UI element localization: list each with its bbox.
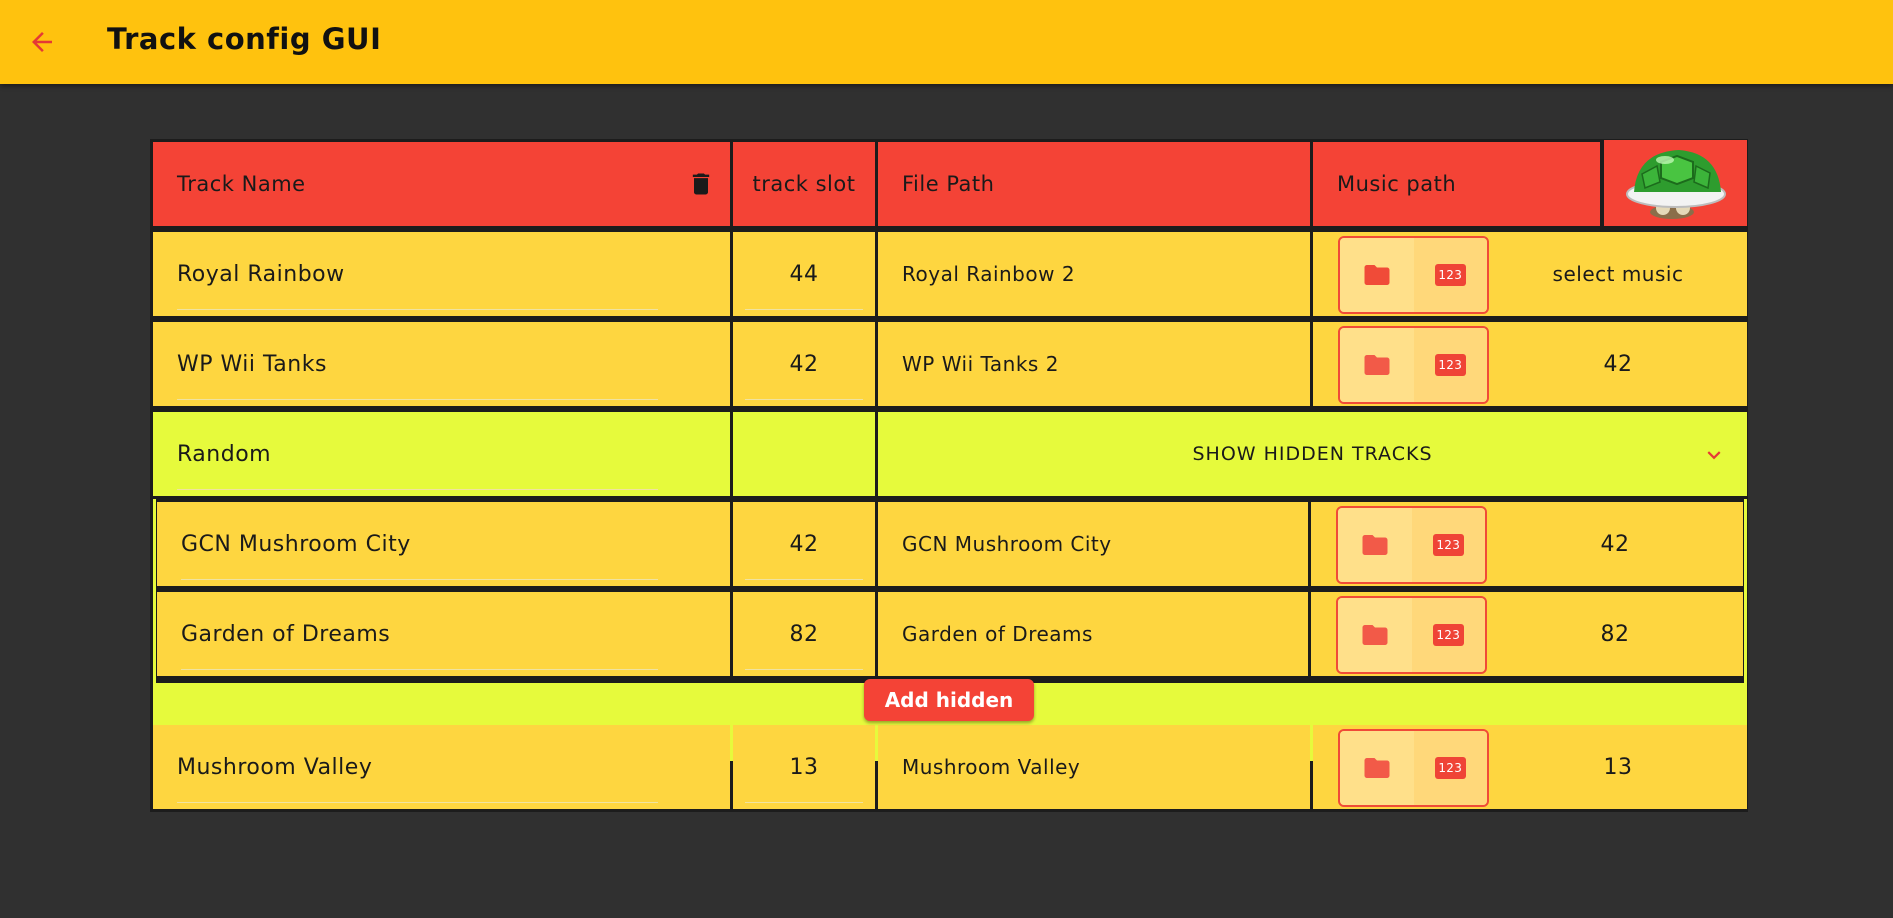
file-path-text: Garden of Dreams <box>902 622 1093 646</box>
number-icon: 123 <box>1434 264 1466 286</box>
chevron-down-icon <box>1707 451 1721 460</box>
track-name-text: WP Wii Tanks <box>177 351 327 377</box>
track-slot-text: 42 <box>789 531 819 557</box>
header-track-slot-label: track slot <box>752 172 856 196</box>
back-button[interactable] <box>26 26 58 58</box>
number-icon: 123 <box>1434 354 1466 376</box>
music-value: select music <box>1552 262 1684 286</box>
app-bar: Track config GUI <box>0 0 1893 84</box>
group-name-text: Random <box>177 441 272 467</box>
file-path-text: WP Wii Tanks 2 <box>902 352 1059 376</box>
header-shell-cell <box>1602 140 1747 226</box>
header-track-slot: track slot <box>733 142 875 226</box>
track-slot-text: 44 <box>789 261 819 287</box>
table-row-1-music: 123 select music <box>1313 232 1747 316</box>
music-button-group: 123 <box>1338 729 1489 807</box>
number-icon: 123 <box>1432 534 1464 556</box>
table-row-3-name[interactable]: Mushroom Valley <box>153 725 730 809</box>
music-button-group: 123 <box>1336 506 1487 584</box>
select-music-folder-button[interactable] <box>1338 598 1412 672</box>
music-number-button[interactable]: 123 <box>1413 731 1487 805</box>
track-slot-text: 13 <box>789 754 819 780</box>
select-music-folder-button[interactable] <box>1338 508 1412 582</box>
file-path-text: Mushroom Valley <box>902 755 1081 779</box>
hidden-row-2-name[interactable]: Garden of Dreams <box>157 592 730 676</box>
select-music-folder-button[interactable] <box>1340 328 1414 402</box>
music-number-button[interactable]: 123 <box>1411 508 1485 582</box>
random-group-slot <box>733 412 875 496</box>
table-row-1-file-path[interactable]: Royal Rainbow 2 <box>878 232 1310 316</box>
show-hidden-tracks-toggle[interactable]: SHOW HIDDEN TRACKS <box>878 412 1747 496</box>
select-music-folder-button[interactable] <box>1340 238 1414 312</box>
table-row-3-file-path[interactable]: Mushroom Valley <box>878 725 1310 809</box>
track-name-text: Royal Rainbow <box>177 261 345 287</box>
hidden-row-1-slot[interactable]: 42 <box>733 502 875 586</box>
arrow-back-icon <box>32 32 52 52</box>
add-hidden-button[interactable]: Add hidden <box>864 679 1034 721</box>
header-track-name-label: Track Name <box>177 172 306 196</box>
track-name-text: GCN Mushroom City <box>181 531 411 557</box>
track-slot-text: 82 <box>789 621 819 647</box>
select-music-folder-button[interactable] <box>1340 731 1414 805</box>
random-group-name[interactable]: Random <box>153 412 730 496</box>
trash-icon[interactable] <box>687 169 715 199</box>
table-row-1-slot[interactable]: 44 <box>733 232 875 316</box>
header-music-path-label: Music path <box>1337 172 1457 196</box>
hidden-row-1-file-path[interactable]: GCN Mushroom City <box>878 502 1308 586</box>
header-track-name: Track Name <box>153 142 730 226</box>
folder-icon <box>1362 625 1388 645</box>
music-value: 82 <box>1600 621 1630 647</box>
table-row-3-music: 123 13 <box>1313 725 1747 809</box>
table-row-1-name[interactable]: Royal Rainbow <box>153 232 730 316</box>
header-music-path: Music path <box>1313 142 1600 226</box>
track-name-text: Garden of Dreams <box>181 621 391 647</box>
hidden-row-1-name[interactable]: GCN Mushroom City <box>157 502 730 586</box>
header-file-path: File Path <box>878 142 1310 226</box>
music-value: 42 <box>1600 531 1630 557</box>
folder-icon <box>1362 535 1388 555</box>
table-row-2-slot[interactable]: 42 <box>733 322 875 406</box>
music-value: 42 <box>1603 351 1633 377</box>
music-button-group: 123 <box>1338 236 1489 314</box>
track-name-text: Mushroom Valley <box>177 754 373 780</box>
table-row-2-music: 123 42 <box>1313 322 1747 406</box>
green-shell-image <box>1625 150 1726 219</box>
music-button-group: 123 <box>1336 596 1487 674</box>
file-path-text: GCN Mushroom City <box>902 532 1112 556</box>
table-row-2-name[interactable]: WP Wii Tanks <box>153 322 730 406</box>
music-value: 13 <box>1603 754 1633 780</box>
hidden-row-1-music: 123 42 <box>1311 502 1743 586</box>
page-title: Track config GUI <box>107 22 382 56</box>
track-slot-text: 42 <box>789 351 819 377</box>
show-hidden-tracks-label: SHOW HIDDEN TRACKS <box>1192 443 1433 465</box>
folder-icon <box>1364 758 1390 778</box>
header-file-path-label: File Path <box>902 172 995 196</box>
folder-icon <box>1364 265 1390 285</box>
table-row-2-file-path[interactable]: WP Wii Tanks 2 <box>878 322 1310 406</box>
folder-icon <box>1364 355 1390 375</box>
hidden-row-2-slot[interactable]: 82 <box>733 592 875 676</box>
music-number-button[interactable]: 123 <box>1411 598 1485 672</box>
music-number-button[interactable]: 123 <box>1413 238 1487 312</box>
music-button-group: 123 <box>1338 326 1489 404</box>
hidden-row-2-file-path[interactable]: Garden of Dreams <box>878 592 1308 676</box>
number-icon: 123 <box>1434 757 1466 779</box>
music-number-button[interactable]: 123 <box>1413 328 1487 402</box>
file-path-text: Royal Rainbow 2 <box>902 262 1076 286</box>
hidden-row-2-music: 123 82 <box>1311 592 1743 676</box>
table-row-3-slot[interactable]: 13 <box>733 725 875 809</box>
number-icon: 123 <box>1432 624 1464 646</box>
